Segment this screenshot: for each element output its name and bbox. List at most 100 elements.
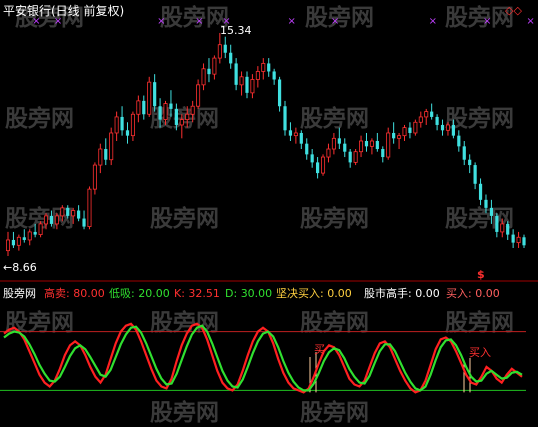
candlestick [277, 76, 282, 112]
candlestick [201, 63, 206, 91]
candlestick [310, 149, 314, 168]
indicator-name: 股旁网 [3, 286, 36, 300]
legend-low-buy: 低吸: 20.00 [109, 287, 170, 300]
candlestick [435, 114, 439, 131]
watermark: 股旁网 [300, 105, 369, 132]
candlestick [522, 234, 526, 248]
candlestick [495, 213, 499, 238]
candlestick [359, 135, 364, 158]
candlestick [402, 124, 407, 141]
legend-d: D: 30.00 [225, 287, 272, 300]
candlestick [348, 149, 352, 168]
cross-marker: × [195, 16, 203, 27]
candlestick [6, 231, 11, 256]
buy-signal-label: 买 [314, 343, 325, 356]
candlestick [217, 32, 222, 64]
watermark: 股旁网 [445, 105, 514, 132]
legend-high-sell: 高卖: 80.00 [44, 286, 105, 300]
cross-marker: × [32, 16, 40, 27]
cross-marker: × [429, 16, 437, 27]
candlestick [364, 132, 369, 152]
candlestick [381, 146, 385, 163]
cross-marker: × [331, 16, 339, 27]
buy-signal-label: 买入 [469, 346, 491, 359]
candlestick [87, 186, 92, 230]
stock-chart-window: 股旁网 股旁网 股旁网 股旁网 股旁网 股旁网 股旁网 股旁网 股旁网 股旁网 … [0, 0, 538, 427]
chart-canvas: 股旁网 股旁网 股旁网 股旁网 股旁网 股旁网 股旁网 股旁网 股旁网 股旁网 … [0, 3, 538, 426]
candlestick [440, 119, 445, 136]
candlestick [136, 95, 141, 123]
candlestick [283, 100, 287, 136]
watermark: 股旁网 [5, 105, 74, 132]
candlestick [468, 154, 472, 174]
cross-marker: × [54, 16, 62, 27]
candlestick [212, 55, 217, 80]
candlestick [462, 141, 466, 166]
candlestick [125, 122, 130, 144]
candlestick [288, 122, 293, 141]
candlestick [239, 71, 244, 96]
candlestick [506, 221, 510, 240]
candlestick [478, 178, 483, 206]
watermark: 股旁网 [445, 4, 514, 31]
candlestick [109, 127, 114, 166]
candlestick [473, 162, 477, 190]
legend-firm-buy: 坚决买入: 0.00 [276, 287, 352, 300]
watermark: 股旁网 [150, 205, 219, 232]
candlestick [343, 138, 347, 158]
cross-marker: × [526, 16, 534, 27]
candlestick [516, 231, 521, 248]
candlestick [77, 205, 81, 222]
candlestick [104, 138, 108, 166]
legend-stock-master: 股市高手: 0.00 [364, 286, 440, 300]
watermark: 股旁网 [305, 4, 374, 31]
candlestick [424, 108, 429, 125]
candlestick [92, 162, 97, 195]
candlestick [299, 130, 303, 150]
indicator-legend: 股旁网 高卖: 80.00 低吸: 20.00 K: 32.51 D: 30.0… [3, 286, 500, 300]
candlestick [430, 103, 434, 120]
candlestick [207, 58, 211, 83]
candlestick [142, 95, 146, 120]
candlestick [375, 132, 379, 152]
candlestick [11, 231, 16, 248]
candlestick [229, 44, 233, 69]
candlestick [457, 130, 461, 152]
candlestick [114, 111, 119, 141]
candlestick [305, 138, 309, 160]
candlestick [147, 76, 152, 117]
candlestick [408, 122, 412, 139]
legend-k: K: 32.51 [174, 287, 220, 300]
corner-marker: ◇◇ [505, 4, 522, 17]
candlestick [353, 149, 358, 166]
candlestick [261, 58, 266, 80]
candlestick [38, 221, 43, 238]
sell-signal-marker: $ [477, 268, 485, 281]
candlestick [326, 143, 331, 163]
low-price-label: ←8.66 [3, 261, 37, 274]
candlestick [293, 127, 298, 144]
candlestick [397, 132, 402, 150]
candlestick [153, 74, 157, 112]
candlestick [223, 36, 227, 59]
cross-marker: × [157, 16, 165, 27]
candlestick [27, 229, 32, 246]
candlestick [321, 154, 326, 176]
candlestick [250, 74, 255, 99]
candlestick [16, 234, 21, 251]
cross-marker: × [483, 16, 491, 27]
candlestick [120, 106, 124, 136]
candlestick [316, 157, 320, 179]
candlestick [130, 111, 135, 141]
candlestick [386, 127, 391, 160]
watermark: 股旁网 [150, 399, 219, 426]
candlestick [234, 58, 238, 91]
high-price-label: 15.34 [220, 24, 252, 37]
cross-marker: × [287, 16, 295, 27]
candlestick [245, 71, 249, 99]
legend-buy: 买入: 0.00 [446, 287, 500, 300]
watermark: 股旁网 [300, 399, 369, 426]
candlestick [82, 210, 86, 230]
candlestick [98, 143, 103, 174]
watermark-layer: 股旁网 股旁网 股旁网 股旁网 股旁网 股旁网 股旁网 股旁网 股旁网 股旁网 … [5, 4, 514, 426]
